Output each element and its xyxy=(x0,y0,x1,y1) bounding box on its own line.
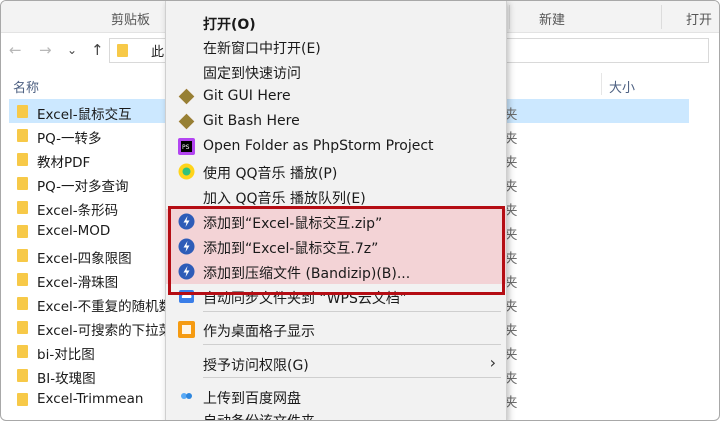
folder-icon xyxy=(17,201,28,214)
folder-icon xyxy=(117,44,128,57)
column-divider[interactable] xyxy=(601,73,602,95)
ribbon-divider xyxy=(661,5,662,29)
menu-item-open[interactable]: 打开(O) xyxy=(166,10,506,35)
menu-item-desktop-grid[interactable]: 作为桌面格子显示 xyxy=(166,317,506,342)
folder-icon xyxy=(17,297,28,310)
folder-icon xyxy=(17,249,28,262)
highlight-annotation-box xyxy=(168,206,505,295)
menu-item-git-gui[interactable]: Git GUI Here xyxy=(166,84,506,109)
file-name: bi-对比图 xyxy=(37,347,95,363)
menu-item-pin-quick-access[interactable]: 固定到快速访问 xyxy=(166,59,506,84)
menu-item-grant-access[interactable]: 授予访问权限(G) › xyxy=(166,351,506,376)
menu-item-open-new-window[interactable]: 在新窗口中打开(E) xyxy=(166,34,506,59)
git-icon xyxy=(178,113,195,130)
ribbon-divider xyxy=(509,5,510,29)
folder-icon xyxy=(17,393,28,406)
baidu-cloud-icon xyxy=(178,388,195,405)
menu-item-label: 固定到快速访问 xyxy=(203,66,301,82)
column-header-name[interactable]: 名称 xyxy=(13,77,39,96)
menu-item-auto-backup[interactable]: 自动备份该文件夹 xyxy=(166,407,506,420)
file-name: PQ-一对多查询 xyxy=(37,179,129,195)
menu-item-phpstorm[interactable]: PS Open Folder as PhpStorm Project xyxy=(166,134,506,159)
menu-item-label: 作为桌面格子显示 xyxy=(203,324,315,340)
folder-icon xyxy=(17,177,28,190)
menu-item-label: 加入 QQ音乐 播放队列(E) xyxy=(203,191,366,207)
ribbon-group-clipboard[interactable]: 剪贴板 xyxy=(111,9,150,28)
desktop-grid-icon xyxy=(178,321,195,338)
menu-item-label: 自动备份该文件夹 xyxy=(203,411,315,420)
menu-item-label: Git GUI Here xyxy=(203,88,291,104)
file-name: Excel-MOD xyxy=(37,223,111,239)
file-name: Excel-滑珠图 xyxy=(37,275,119,291)
menu-separator xyxy=(203,377,501,378)
menu-item-qqmusic-play[interactable]: 使用 QQ音乐 播放(P) xyxy=(166,159,506,184)
menu-separator xyxy=(203,311,501,312)
file-name: BI-玫瑰图 xyxy=(37,371,96,387)
qqmusic-icon xyxy=(178,163,195,180)
phpstorm-icon: PS xyxy=(178,138,195,155)
ribbon-group-new[interactable]: 新建 xyxy=(539,9,565,28)
file-name: Excel-四象限图 xyxy=(37,251,132,267)
menu-item-label: 上传到百度网盘 xyxy=(203,391,301,407)
file-name: Excel-鼠标交互 xyxy=(37,107,132,123)
file-name: Excel-可搜索的下拉菜单 xyxy=(37,323,186,339)
folder-icon xyxy=(17,369,28,382)
chevron-right-icon: › xyxy=(489,353,496,372)
file-name: 教材PDF xyxy=(37,155,91,171)
folder-icon xyxy=(17,273,28,286)
file-name: Excel-条形码 xyxy=(37,203,119,219)
file-name: Excel-Trimmean xyxy=(37,391,144,407)
back-arrow-icon[interactable]: ← xyxy=(9,41,22,59)
menu-item-label: 打开(O) xyxy=(203,17,256,33)
ribbon-group-open[interactable]: 打开 xyxy=(686,9,712,28)
menu-item-label: 使用 QQ音乐 播放(P) xyxy=(203,166,338,182)
menu-item-label: Git Bash Here xyxy=(203,113,300,129)
column-header-size[interactable]: 大小 xyxy=(609,77,635,96)
folder-icon xyxy=(17,129,28,142)
menu-item-git-bash[interactable]: Git Bash Here xyxy=(166,109,506,134)
folder-icon xyxy=(17,225,28,238)
folder-icon xyxy=(17,321,28,334)
chevron-down-icon[interactable]: ⌄ xyxy=(67,43,77,57)
folder-icon xyxy=(17,153,28,166)
file-name: PQ-一转多 xyxy=(37,131,102,147)
menu-separator xyxy=(203,344,501,345)
menu-item-baidu-upload[interactable]: 上传到百度网盘 xyxy=(166,384,506,409)
explorer-window: 剪贴板 新建 打开 ← → ⌄ ↑ 此 名称 大小 Excel-鼠标交互夹 PQ-… xyxy=(0,0,720,421)
svg-text:PS: PS xyxy=(182,144,190,151)
up-arrow-icon[interactable]: ↑ xyxy=(91,41,104,59)
address-path[interactable]: 此 xyxy=(151,41,164,60)
folder-icon xyxy=(17,345,28,358)
menu-item-label: 在新窗口中打开(E) xyxy=(203,41,321,57)
folder-icon xyxy=(17,105,28,118)
menu-item-label: Open Folder as PhpStorm Project xyxy=(203,138,434,154)
file-name: Excel-不重复的随机数 xyxy=(37,299,173,315)
git-icon xyxy=(178,88,195,105)
forward-arrow-icon[interactable]: → xyxy=(39,41,52,59)
menu-item-label: 授予访问权限(G) xyxy=(203,358,309,374)
